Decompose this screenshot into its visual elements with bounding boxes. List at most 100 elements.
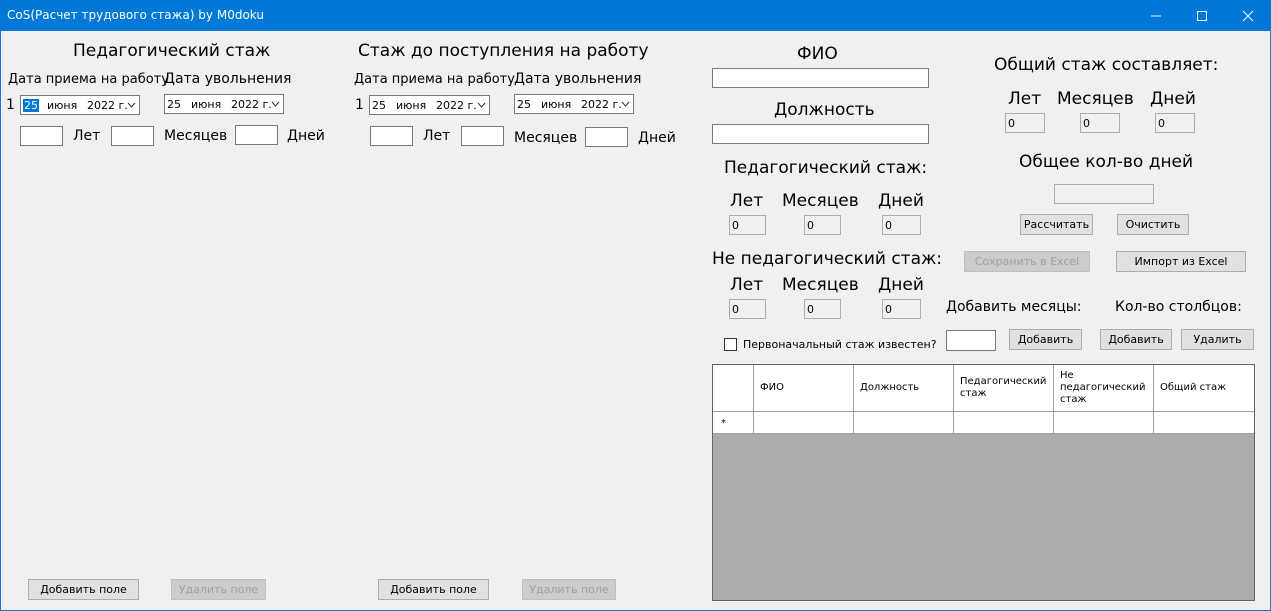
add-months-button[interactable]: Добавить: [1009, 329, 1082, 350]
nonped-summary-months-label: Месяцев: [782, 275, 859, 295]
nonped-summary-years-label: Лет: [730, 275, 764, 295]
ped-summary-days-field[interactable]: [882, 215, 921, 235]
grid-header-ped-experience[interactable]: Педагогический стаж: [954, 365, 1054, 412]
import-excel-button[interactable]: Импорт из Excel: [1116, 251, 1246, 272]
ped-summary-heading: Педагогический стаж:: [724, 158, 928, 178]
prev-months-input[interactable]: [461, 126, 504, 146]
ped-months-input[interactable]: [111, 126, 154, 146]
nonped-summary-years-field[interactable]: [729, 299, 766, 319]
chevron-down-icon: [621, 101, 630, 107]
total-days-count-label: Общее кол-во дней: [1019, 152, 1194, 172]
chevron-down-icon: [127, 102, 136, 108]
grid-header-fio[interactable]: ФИО: [754, 365, 854, 412]
remove-column-button[interactable]: Удалить: [1181, 329, 1254, 350]
ped-years-input[interactable]: [20, 126, 63, 146]
previous-heading: Стаж до поступления на работу: [358, 41, 649, 61]
ped-remove-field-button[interactable]: Удалить поле: [171, 579, 266, 600]
calculate-button[interactable]: Рассчитать: [1020, 214, 1093, 235]
ped-days-label: Дней: [287, 128, 325, 144]
position-input[interactable]: [712, 124, 929, 144]
grid-cell[interactable]: [1154, 412, 1254, 434]
add-months-input[interactable]: [946, 330, 996, 351]
grid-new-row-marker[interactable]: *: [713, 412, 754, 434]
ped-summary-years-field[interactable]: [729, 215, 766, 235]
prev-hire-date-label: Дата приема на работу: [354, 72, 515, 87]
nonped-summary-months-field[interactable]: [804, 299, 841, 319]
add-months-label: Добавить месяцы:: [946, 299, 1082, 315]
ped-summary-years-label: Лет: [730, 191, 764, 211]
nonped-summary-heading: Не педагогический стаж:: [712, 249, 943, 269]
prev-hire-month: июня: [396, 99, 427, 112]
ped-fire-month: июня: [191, 98, 222, 111]
ped-years-label: Лет: [73, 128, 101, 144]
prev-years-label: Лет: [423, 128, 451, 144]
save-excel-button[interactable]: Сохранить в Excel: [964, 251, 1090, 272]
ped-hire-date-label: Дата приема на работу: [8, 72, 169, 87]
grid-cell[interactable]: [1054, 412, 1154, 434]
total-months-label: Месяцев: [1057, 89, 1134, 109]
chevron-down-icon: [271, 101, 280, 107]
prev-add-field-button[interactable]: Добавить поле: [378, 579, 489, 600]
minimize-icon: [1151, 15, 1161, 17]
ped-hire-day: 25: [23, 99, 39, 112]
nonped-summary-days-field[interactable]: [882, 299, 921, 319]
prev-hire-date-picker[interactable]: 25 июня 2022 г.: [369, 95, 490, 115]
total-months-field[interactable]: [1080, 113, 1120, 133]
results-grid[interactable]: ФИО Должность Педагогический стаж Не пед…: [712, 364, 1255, 601]
grid-corner-header[interactable]: [713, 365, 754, 412]
ped-hire-month: июня: [47, 99, 78, 112]
grid-cell[interactable]: [954, 412, 1054, 434]
minimize-button[interactable]: [1133, 0, 1179, 31]
grid-header-position[interactable]: Должность: [854, 365, 954, 412]
prev-fire-month: июня: [541, 98, 572, 111]
total-years-field[interactable]: [1005, 113, 1045, 133]
total-days-field[interactable]: [1155, 113, 1195, 133]
ped-add-field-button[interactable]: Добавить поле: [28, 579, 139, 600]
prev-months-label: Месяцев: [514, 130, 578, 146]
ped-hire-year: 2022 г.: [87, 99, 128, 112]
grid-cell[interactable]: [754, 412, 854, 434]
grid-cell[interactable]: [854, 412, 954, 434]
grid-header-nonped-experience[interactable]: Не педагогический стаж: [1054, 365, 1154, 412]
prev-days-input[interactable]: [585, 127, 628, 147]
title-bar: CoS(Расчет трудового стажа) by M0doku: [0, 0, 1271, 31]
columns-count-label: Кол-во столбцов:: [1115, 299, 1242, 315]
maximize-button[interactable]: [1179, 0, 1225, 31]
prev-fire-date-label: Дата увольнения: [514, 71, 642, 87]
clear-button[interactable]: Очистить: [1117, 214, 1189, 235]
ped-fire-date-picker[interactable]: 25 июня 2022 г.: [164, 94, 284, 114]
fio-input[interactable]: [712, 68, 929, 88]
add-column-button[interactable]: Добавить: [1100, 329, 1172, 350]
prev-row-number: 1: [355, 97, 364, 113]
prev-days-label: Дней: [638, 130, 676, 146]
maximize-icon: [1197, 11, 1207, 21]
ped-fire-day: 25: [167, 98, 181, 111]
total-heading: Общий стаж составляет:: [994, 55, 1219, 75]
chevron-down-icon: [477, 102, 486, 108]
total-days-label: Дней: [1150, 89, 1196, 109]
prev-fire-day: 25: [517, 98, 531, 111]
total-years-label: Лет: [1008, 89, 1042, 109]
fio-label: ФИО: [797, 44, 838, 64]
pedagogical-heading: Педагогический стаж: [73, 41, 271, 61]
close-button[interactable]: [1225, 0, 1271, 31]
prev-hire-day: 25: [372, 99, 386, 112]
position-label: Должность: [774, 100, 875, 120]
ped-hire-date-picker[interactable]: 25 июня 2022 г.: [20, 95, 140, 115]
ped-fire-date-label: Дата увольнения: [164, 71, 292, 87]
ped-summary-months-label: Месяцев: [782, 191, 859, 211]
prev-hire-year: 2022 г.: [436, 99, 477, 112]
total-days-count-field[interactable]: [1054, 184, 1154, 204]
grid-header-total-experience[interactable]: Общий стаж: [1154, 365, 1254, 412]
prev-years-input[interactable]: [370, 126, 413, 146]
nonped-summary-days-label: Дней: [878, 275, 924, 295]
ped-fire-year: 2022 г.: [231, 98, 272, 111]
ped-summary-months-field[interactable]: [804, 215, 841, 235]
known-experience-checkbox[interactable]: [724, 338, 737, 351]
prev-remove-field-button[interactable]: Удалить поле: [522, 579, 616, 600]
close-icon: [1242, 10, 1254, 22]
prev-fire-date-picker[interactable]: 25 июня 2022 г.: [514, 94, 634, 114]
known-experience-label: Первоначальный стаж известен?: [743, 338, 937, 351]
ped-days-input[interactable]: [235, 125, 278, 145]
window-title: CoS(Расчет трудового стажа) by M0doku: [7, 8, 264, 22]
